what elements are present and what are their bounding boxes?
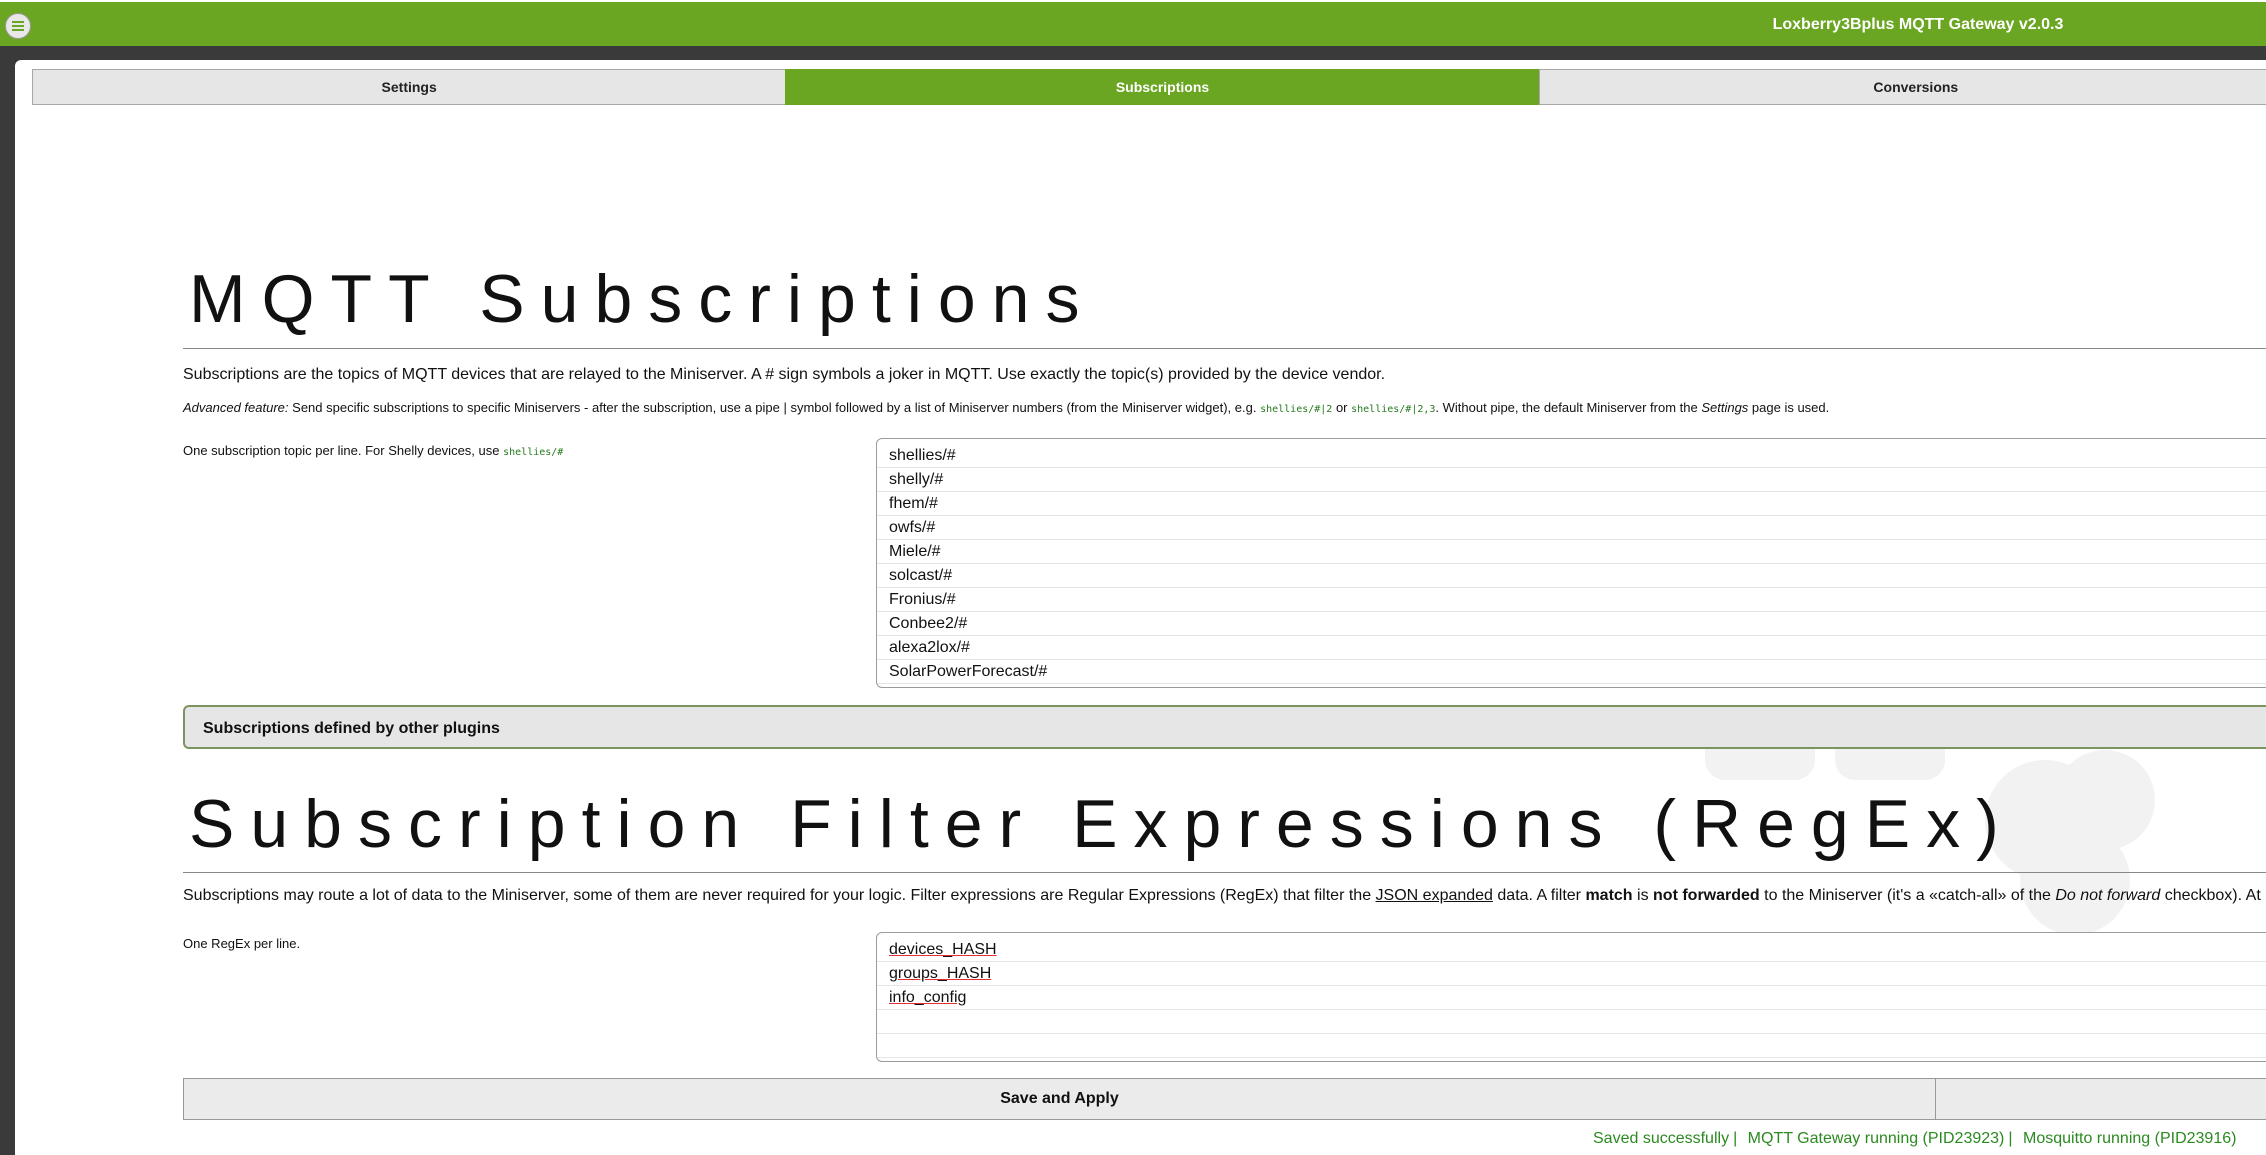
filters-divider (183, 872, 2266, 873)
topic-line: Fronius/# (877, 588, 2266, 612)
status-gateway: MQTT Gateway running (PID23923) (1747, 1130, 2005, 1147)
topic-line: fhem/# (877, 492, 2266, 516)
topic-line: Miele/# (877, 540, 2266, 564)
subscriptions-intro: Subscriptions are the topics of MQTT dev… (183, 366, 1386, 383)
regex-line: info_config (877, 986, 2266, 1010)
subscriptions-heading: MQTT Subscriptions (189, 261, 1096, 337)
tab-conversions[interactable]: Conversions (1538, 69, 2266, 105)
header-bar: Loxberry3Bplus MQTT Gateway v2.0.3 (0, 0, 2266, 46)
status-saved: Saved successfully (1593, 1130, 1730, 1147)
left-border (0, 46, 15, 1155)
tab-settings[interactable]: Settings (32, 69, 787, 105)
tab-subscriptions[interactable]: Subscriptions (785, 69, 1540, 105)
filters-heading: Subscription Filter Expressions (RegEx) (189, 786, 2015, 862)
json-expanded-link[interactable]: JSON expanded (1376, 887, 1493, 904)
header-shadow (0, 46, 2266, 60)
topic-line: shelly/# (877, 468, 2266, 492)
code-example-1: shellies/#|2 (1260, 404, 1333, 415)
save-and-apply-button[interactable]: Save and Apply (183, 1078, 1936, 1120)
code-example-shellies: shellies/# (503, 447, 564, 458)
subscriptions-textarea[interactable]: shellies/# shelly/# fhem/# owfs/# Miele/… (876, 438, 2266, 688)
topic-line: owfs/# (877, 516, 2266, 540)
topic-line: Conbee2/# (877, 612, 2266, 636)
filters-field-label: One RegEx per line. (183, 936, 301, 951)
filters-intro: Subscriptions may route a lot of data to… (183, 887, 2261, 904)
other-plugins-collapsible[interactable]: Subscriptions defined by other plugins (183, 705, 2266, 749)
tab-bar: Settings Subscriptions Conversions (32, 69, 2266, 105)
regex-line (877, 1010, 2266, 1034)
regex-line (877, 1034, 2266, 1058)
filters-textarea[interactable]: devices_HASH groups_HASH info_config (876, 932, 2266, 1062)
secondary-button[interactable] (1935, 1078, 2266, 1120)
status-bar: Saved successfully | MQTT Gateway running… (1593, 1130, 2237, 1147)
regex-line: groups_HASH (877, 962, 2266, 986)
advanced-label: Advanced feature: (183, 400, 289, 415)
regex-line: devices_HASH (877, 938, 2266, 962)
topic-line: shellies/# (877, 444, 2266, 468)
heading-divider (183, 348, 2266, 349)
app-title: Loxberry3Bplus MQTT Gateway v2.0.3 (1772, 16, 2064, 33)
status-mosquitto: Mosquitto running (PID23916) (2022, 1130, 2237, 1147)
topic-line: alexa2lox/# (877, 636, 2266, 660)
advanced-feature-text: Advanced feature: Send specific subscrip… (183, 400, 1830, 415)
subscriptions-field-label: One subscription topic per line. For She… (183, 443, 564, 458)
code-example-2: shellies/#|2,3 (1351, 404, 1436, 415)
main-content: Settings Subscriptions Conversions MQTT … (15, 60, 2266, 1155)
topic-line: solcast/# (877, 564, 2266, 588)
